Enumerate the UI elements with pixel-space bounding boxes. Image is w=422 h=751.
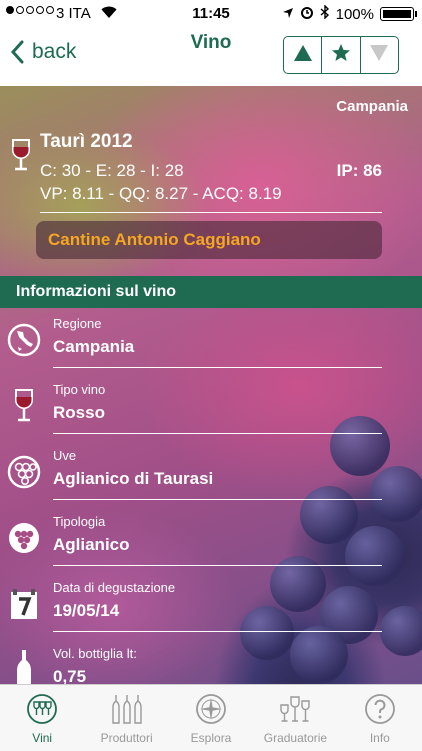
divider [53, 631, 382, 632]
down-button[interactable] [359, 37, 398, 73]
info-row-data-degustazione: Data di degustazione 19/05/14 [0, 574, 422, 640]
info-value: Aglianico di Taurasi [53, 469, 214, 488]
tab-label: Info [369, 731, 390, 745]
region-header: Campania [336, 98, 408, 115]
alarm-icon [300, 5, 314, 23]
divider [53, 499, 382, 500]
wine-name: Taurì 2012 [40, 131, 133, 152]
ip-score: IP: 86 [336, 161, 382, 180]
navigation-bar: back Vino [0, 28, 422, 87]
triangle-up-icon [293, 44, 313, 67]
compass-icon [195, 693, 227, 728]
tab-info[interactable]: Info [338, 685, 422, 751]
divider [40, 212, 382, 213]
info-value: Rosso [53, 403, 105, 422]
wine-glasses-icon [26, 693, 58, 728]
divider [53, 367, 382, 368]
help-icon [364, 693, 396, 728]
info-value: 19/05/14 [53, 601, 120, 620]
divider [53, 433, 382, 434]
up-button[interactable] [284, 37, 321, 73]
info-label: Data di degustazione [53, 580, 176, 595]
bluetooth-icon [320, 4, 330, 23]
tab-label: Vini [32, 731, 53, 745]
bottles-icon [110, 693, 144, 728]
ranking-glasses-icon [278, 693, 312, 728]
tab-esplora[interactable]: Esplora [169, 685, 253, 751]
producer-button[interactable]: Cantine Antonio Caggiano [36, 221, 382, 259]
tab-produttori[interactable]: Produttori [84, 685, 168, 751]
favorite-button[interactable] [321, 37, 359, 73]
status-bar: 3 ITA 11:45 100% [0, 0, 422, 28]
triangle-down-icon [369, 44, 389, 67]
battery-percent: 100% [335, 5, 374, 23]
info-row-tipologia: Tipologia Aglianico [0, 508, 422, 574]
score-breakdown: C: 30 - E: 28 - I: 28 [40, 161, 184, 180]
info-label: Uve [53, 448, 77, 463]
info-label: Regione [53, 316, 102, 331]
info-row-regione: Regione Campania [0, 310, 422, 376]
battery-icon [380, 7, 417, 21]
info-label: Tipologia [53, 514, 106, 529]
info-label: Tipo vino [53, 382, 106, 397]
tab-bar: Vini Produttori Esplora Graduatorie Info [0, 684, 422, 751]
info-value: Aglianico [53, 535, 130, 554]
tab-vini[interactable]: Vini [0, 685, 84, 751]
italy-map-icon [6, 320, 42, 360]
calendar-icon [6, 584, 42, 624]
grape-cluster-icon [6, 518, 42, 558]
tab-label: Graduatorie [263, 731, 328, 745]
wine-glass-icon [6, 386, 42, 426]
info-row-tipo-vino: Tipo vino Rosso [0, 376, 422, 442]
info-row-uve: Uve Aglianico di Taurasi [0, 442, 422, 508]
tab-graduatorie[interactable]: Graduatorie [253, 685, 337, 751]
section-header: Informazioni sul vino [0, 276, 422, 308]
location-icon [282, 6, 294, 23]
grapes-icon [6, 452, 42, 492]
divider [53, 565, 382, 566]
wine-glass-icon [10, 138, 32, 177]
tab-label: Esplora [190, 731, 232, 745]
action-segmented-control [283, 36, 399, 74]
tab-label: Produttori [100, 731, 153, 745]
rating-values: VP: 8.11 - QQ: 8.27 - ACQ: 8.19 [40, 184, 282, 203]
info-label: Vol. bottiglia lt: [53, 646, 137, 661]
star-icon [331, 43, 351, 68]
info-value: Campania [53, 337, 135, 356]
